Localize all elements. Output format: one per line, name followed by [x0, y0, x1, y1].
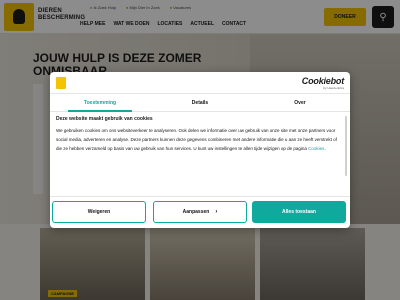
chevron-right-icon: › [215, 209, 218, 215]
dialog-body-text: We gebruiken cookies om ons websiteverke… [56, 128, 337, 151]
dialog-title: Deze website maakt gebruik van cookies [56, 116, 153, 122]
tab-over[interactable]: Over [250, 94, 350, 111]
allow-all-button[interactable]: Alles toestaan [252, 201, 346, 223]
cookiebot-brand[interactable]: Cookiebot by Usercentrics [302, 76, 344, 90]
tab-details[interactable]: Details [150, 94, 250, 111]
dialog-text: We gebruiken cookies om ons websiteverke… [56, 128, 337, 151]
dialog-body: Deze website maakt gebruik van cookies W… [56, 116, 340, 153]
cookie-dialog: Cookiebot by Usercentrics Toestemming De… [50, 72, 350, 228]
dialog-buttons: Weigeren Aanpassen › Alles toestaan [50, 196, 350, 228]
dialog-scrollbar[interactable] [345, 116, 347, 176]
cookiebot-logo: Cookiebot [301, 76, 344, 86]
dialog-tabs: Toestemming Details Over [50, 94, 350, 112]
dialog-header: Cookiebot by Usercentrics [50, 72, 350, 94]
cookies-link[interactable]: Cookies [308, 146, 324, 151]
site-logo-icon [56, 77, 66, 89]
tab-toestemming[interactable]: Toestemming [50, 94, 150, 112]
cookiebot-by: by Usercentrics [323, 86, 344, 90]
customize-label: Aanpassen [182, 209, 210, 215]
customize-button[interactable]: Aanpassen › [153, 201, 247, 223]
deny-button[interactable]: Weigeren [52, 201, 146, 223]
